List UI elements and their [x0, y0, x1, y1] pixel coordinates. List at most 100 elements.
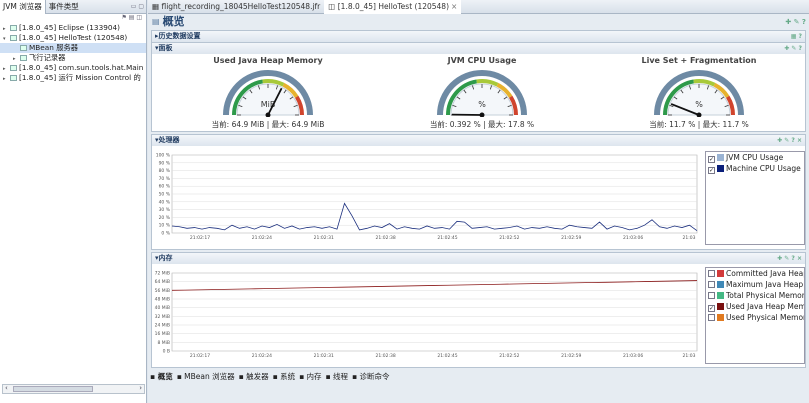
gauge-dial: MiB	[223, 70, 313, 118]
legend-checkbox[interactable]	[708, 281, 715, 288]
minimize-maximize-icon[interactable]: ▭ ▢	[131, 3, 146, 10]
processor-section: ▾ 处理器 ✚ ✎ ? × 100 % 90 % 80 % 70 % 60 % 50 % 40…	[151, 134, 806, 250]
history-section[interactable]: ▸ 历史数据设置 ▦ ?	[151, 30, 806, 42]
tree-node-label: [1.8.0_45] HelloTest (120548)	[19, 33, 128, 42]
y-tick-label: 32 MiB	[155, 314, 170, 320]
cpu-legend: ✓ JVM CPU Usage ✓ Machine CPU Usage	[705, 151, 805, 245]
gauge-caption: 当前: 64.9 MiB | 最大: 64.9 MiB	[211, 120, 325, 129]
processor-section-header[interactable]: ▾ 处理器 ✚ ✎ ? ×	[152, 135, 805, 146]
tree-node[interactable]: ▸ 飞行记录器	[0, 53, 146, 63]
tree-node[interactable]: ▸ [1.8.0_45] com.sun.tools.hat.Main	[0, 63, 146, 73]
tree-node-label: [1.8.0_45] 运行 Mission Control 的	[19, 73, 141, 82]
x-tick-label: 21:02:45	[437, 353, 457, 359]
tree-toolbar-icons[interactable]: ⚑ ▤ ◫	[0, 14, 146, 23]
tree-expander-icon[interactable]: ▸	[13, 54, 20, 63]
legend-item[interactable]: ✓ JVM CPU Usage	[706, 152, 804, 163]
x-tick-label: 21:02:24	[252, 353, 272, 359]
legend-item[interactable]: Maximum Java Heap	[706, 279, 804, 290]
gauge-dial: %	[654, 70, 744, 118]
tab-jvm-browser[interactable]: JVM 浏览器	[0, 0, 46, 14]
legend-swatch	[717, 281, 724, 288]
scroll-left-icon[interactable]: ‹	[5, 384, 8, 392]
y-tick-label: 72 MiB	[155, 271, 170, 277]
memory-section-title: 内存	[158, 254, 173, 262]
tree-node-label: MBean 服务器	[29, 43, 79, 52]
y-tick-label: 90 %	[159, 160, 171, 166]
tree-node-label: 飞行记录器	[29, 53, 66, 62]
legend-checkbox[interactable]: ✓	[708, 167, 715, 174]
bottom-tab[interactable]: ▪ 触发器	[239, 371, 269, 382]
tab-hellotest-console[interactable]: ◫ [1.8.0_45] HelloTest (120548) ×	[324, 0, 462, 14]
bottom-tab[interactable]: ▪ 系统	[273, 371, 295, 382]
legend-checkbox[interactable]: ✓	[708, 156, 715, 163]
flight-recording-tab-label: flight_recording_18045HelloTest120548.jf…	[161, 1, 321, 11]
gauge-dial: %	[437, 70, 527, 118]
processor-icons[interactable]: ✚ ✎ ? ×	[777, 135, 805, 146]
y-tick-label: 100 %	[156, 153, 171, 159]
x-tick-label: 21:02:17	[190, 353, 210, 359]
legend-label: Maximum Java Heap	[726, 280, 804, 289]
legend-checkbox[interactable]	[708, 270, 715, 277]
legend-item[interactable]: Total Physical Memory	[706, 290, 804, 301]
bottom-tab[interactable]: ▪ 内存	[299, 371, 321, 382]
bottom-tab[interactable]: ▪ 线程	[326, 371, 348, 382]
memory-section-header[interactable]: ▾ 内存 ✚ ✎ ? ×	[152, 253, 805, 264]
bottom-tab[interactable]: ▪ 概览	[150, 371, 173, 382]
tab-event-types[interactable]: 事件类型	[46, 0, 82, 14]
tree-node[interactable]: MBean 服务器	[0, 43, 146, 53]
tree-node[interactable]: ▾ [1.8.0_45] HelloTest (120548)	[0, 33, 146, 43]
jvm-process-icon	[20, 45, 27, 51]
scroll-right-icon[interactable]: ›	[139, 384, 142, 392]
scrollbar-thumb[interactable]	[13, 386, 93, 392]
event-types-tab-label: 事件类型	[48, 1, 79, 11]
bottom-tabs: ▪ 概览 ▪ MBean 浏览器 ▪ 触发器 ▪ 系统 ▪ 内存 ▪ 线程 ▪ 诊断命令	[148, 371, 809, 382]
legend-swatch	[717, 154, 724, 161]
memory-section: ▾ 内存 ✚ ✎ ? × 72 MiB 64 MiB 56 MiB 48 MiB 40 M…	[151, 252, 806, 368]
gauge-caption: 当前: 0.392 % | 最大: 17.8 %	[429, 120, 535, 129]
legend-label: Total Physical Memory	[726, 291, 804, 300]
gauge-unit: %	[478, 100, 486, 109]
jvm-process-icon	[10, 35, 17, 41]
tree-expander-icon[interactable]: ▸	[3, 64, 10, 73]
history-icons[interactable]: ▦ ?	[791, 31, 805, 42]
legend-label: Used Java Heap Memo	[726, 302, 804, 311]
history-section-header[interactable]: ▸ 历史数据设置 ▦ ?	[152, 31, 805, 42]
legend-item[interactable]: ✓ Machine CPU Usage	[706, 163, 804, 174]
jvm-browser-panel: JVM 浏览器 事件类型 ▭ ▢ ⚑ ▤ ◫ ▸ [1.8.0_45] Eclip…	[0, 0, 147, 403]
horizontal-scrollbar[interactable]: ‹ ›	[2, 384, 145, 394]
legend-checkbox[interactable]: ✓	[708, 305, 715, 312]
legend-checkbox[interactable]	[708, 314, 715, 321]
bottom-tab[interactable]: ▪ MBean 浏览器	[177, 371, 235, 382]
legend-item[interactable]: Used Physical Memory	[706, 312, 804, 323]
gauge-title: Live Set + Fragmentation	[641, 56, 757, 65]
jvm-browser-tab-label: JVM 浏览器	[3, 1, 42, 11]
gauge-title: JVM CPU Usage	[447, 56, 517, 65]
y-tick-label: 50 %	[159, 192, 171, 198]
x-tick-label: 21:02:52	[499, 235, 519, 241]
close-tab-icon[interactable]: ×	[451, 2, 457, 11]
y-tick-label: 40 %	[159, 199, 171, 205]
tree-expander-icon[interactable]: ▸	[3, 74, 10, 83]
cpu-chart[interactable]: 100 %90 % 80 % 70 % 60 % 50 %40 % 30 % 20 % 10 …	[152, 147, 700, 250]
gauge-caption: 当前: 11.7 % | 最大: 11.7 %	[649, 120, 749, 129]
tab-flight-recording[interactable]: ▦ flight_recording_18045HelloTest120548.…	[148, 0, 324, 14]
legend-checkbox[interactable]	[708, 292, 715, 299]
tree-node[interactable]: ▸ [1.8.0_45] 运行 Mission Control 的	[0, 73, 146, 83]
page-action-icons[interactable]: ✚ ✎ ?	[785, 14, 809, 30]
bottom-tab[interactable]: ▪ 诊断命令	[352, 371, 389, 382]
tree-expander-icon[interactable]: ▸	[3, 24, 10, 33]
legend-item[interactable]: Committed Java Heap	[706, 268, 804, 279]
gauge-unit: %	[695, 100, 703, 109]
jvm-process-icon	[10, 75, 17, 81]
legend-swatch	[717, 303, 724, 310]
dashboard-section-header[interactable]: ▾ 面板 ✚ ✎ ?	[152, 43, 805, 54]
dashboard-icons[interactable]: ✚ ✎ ?	[784, 43, 805, 54]
memory-chart[interactable]: 72 MiB 64 MiB 56 MiB 48 MiB 40 MiB 32 MiB 24 M…	[152, 265, 700, 368]
tree-expander-icon[interactable]: ▾	[3, 34, 10, 43]
memory-icons[interactable]: ✚ ✎ ? ×	[777, 253, 805, 264]
legend-swatch	[717, 314, 724, 321]
tree-node[interactable]: ▸ [1.8.0_45] Eclipse (133904)	[0, 23, 146, 33]
x-tick-label: 21:02:17	[190, 235, 210, 241]
y-tick-label: 10 %	[159, 223, 171, 229]
legend-item[interactable]: ✓ Used Java Heap Memo	[706, 301, 804, 312]
